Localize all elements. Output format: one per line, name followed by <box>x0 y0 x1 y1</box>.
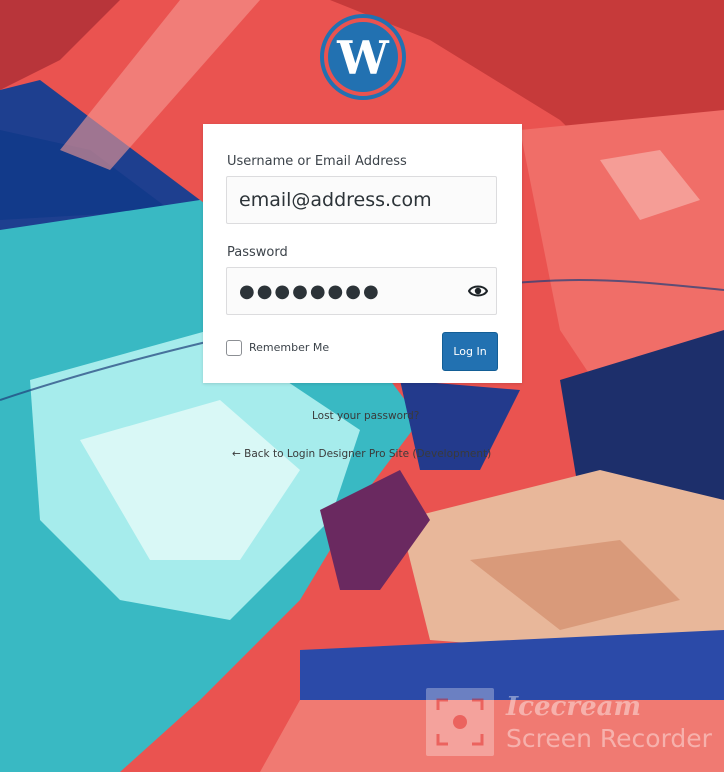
svg-text:W: W <box>336 31 390 85</box>
remember-me-checkbox[interactable] <box>226 340 242 356</box>
login-button[interactable]: Log In <box>442 332 498 371</box>
recorder-watermark: Icecream Screen Recorder <box>426 686 716 760</box>
back-to-site-link[interactable]: ← Back to Login Designer Pro Site (Devel… <box>232 448 491 460</box>
password-value: ●●●●●●●● <box>239 281 381 302</box>
watermark-title: Icecream <box>506 692 641 722</box>
watermark-subtitle: Screen Recorder <box>506 724 712 753</box>
recorder-logo-icon <box>426 688 494 756</box>
background-artwork <box>0 0 724 772</box>
eye-icon[interactable] <box>468 282 488 300</box>
remember-me-label[interactable]: Remember Me <box>249 341 329 354</box>
username-label: Username or Email Address <box>227 154 407 169</box>
lost-password-link[interactable]: Lost your password? <box>312 410 419 422</box>
password-input[interactable]: ●●●●●●●● <box>226 267 497 315</box>
password-label: Password <box>227 245 288 260</box>
login-form: Username or Email Address email@address.… <box>203 124 522 383</box>
wordpress-logo-icon[interactable]: W <box>320 14 406 100</box>
username-input[interactable]: email@address.com <box>226 176 497 224</box>
